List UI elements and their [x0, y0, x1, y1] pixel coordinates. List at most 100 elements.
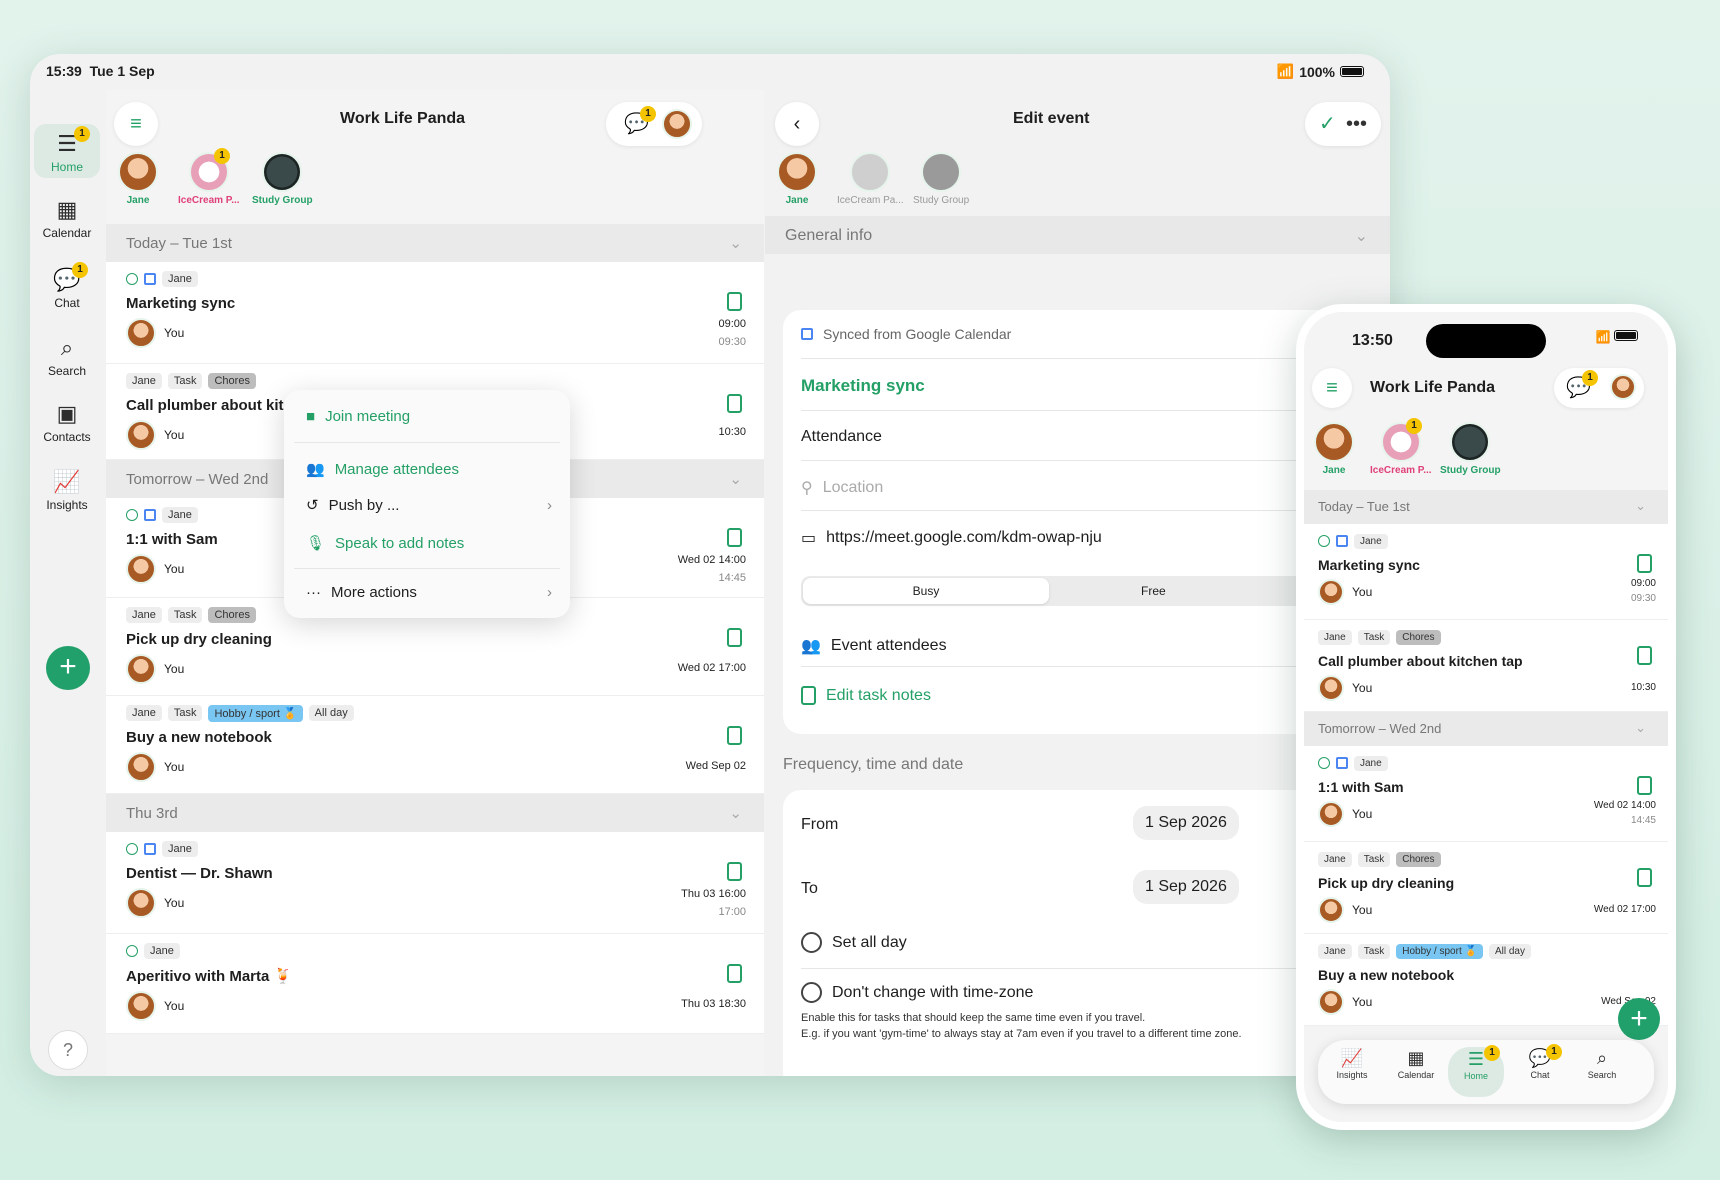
person-label: IceCream P... — [178, 195, 240, 206]
clipboard-icon[interactable] — [727, 394, 742, 413]
event-card[interactable]: Jane Marketing sync You 09:00 09:30 — [1304, 524, 1668, 620]
event-card[interactable]: Jane 1:1 with Sam You Wed 02 14:00 14:45 — [1304, 746, 1668, 842]
person-jane[interactable]: Jane — [777, 152, 817, 206]
event-title-input[interactable]: Marketing sync — [801, 376, 1372, 396]
tag: Jane — [126, 705, 162, 721]
clipboard-icon[interactable] — [727, 528, 742, 547]
section-today[interactable]: Today – Tue 1st ⌄ — [1304, 490, 1668, 524]
rail-chat[interactable]: 💬 1 Chat — [34, 262, 100, 310]
more-icon[interactable]: ••• — [1346, 102, 1367, 146]
divider — [801, 968, 1372, 969]
phone-chat-button[interactable]: 💬 1 — [1554, 368, 1644, 408]
all-day-radio[interactable] — [801, 932, 822, 953]
event-card[interactable]: Jane Task Chores Pick up dry cleaning You … — [1304, 842, 1668, 934]
rail-home[interactable]: ☰ 1 Home — [34, 124, 100, 178]
card-title: Call plumber about kitchen tap — [1318, 653, 1523, 669]
clipboard-icon[interactable] — [1637, 646, 1652, 665]
help-button[interactable]: ? — [48, 1030, 88, 1070]
event-card[interactable]: Jane Task Hobby / sport 🏅 All day Buy a new… — [1304, 934, 1668, 1026]
busy-option[interactable]: Busy — [803, 578, 1049, 604]
event-card[interactable]: Jane Task Chores Call plumber about kitche… — [1304, 620, 1668, 712]
from-date-picker[interactable]: 1 Sep 2026 — [1133, 806, 1239, 840]
rail-contacts[interactable]: ▣ Contacts — [34, 398, 100, 444]
person-study-group[interactable]: Study Group — [913, 152, 969, 206]
person-label: Study Group — [1440, 465, 1501, 476]
phone-list: Today – Tue 1st ⌄ Jane Marketing sync You… — [1304, 490, 1668, 1026]
speak-notes-item[interactable]: 🎙 Speak to add notes — [306, 534, 464, 553]
clipboard-icon[interactable] — [727, 726, 742, 745]
status-bar: 15:39 Tue 1 Sep 📶 100% — [30, 54, 1390, 90]
time-end: 09:30 — [718, 336, 746, 348]
clipboard-icon[interactable] — [1637, 868, 1652, 887]
avatar — [1318, 675, 1344, 701]
clipboard-icon[interactable] — [727, 628, 742, 647]
person-icecream[interactable]: 1 IceCream P... — [1370, 418, 1432, 476]
profile-avatar[interactable] — [1610, 374, 1636, 400]
tab-calendar[interactable]: ▦ Calendar — [1388, 1048, 1444, 1080]
clipboard-icon[interactable] — [727, 292, 742, 311]
timezone-row[interactable]: Don't change with time-zone — [801, 982, 1372, 1003]
filter-icon[interactable]: ≡ — [1312, 368, 1352, 408]
person-icecream[interactable]: IceCream Pa... — [837, 152, 904, 206]
meeting-url-row[interactable]: ▭ https://meet.google.com/kdm-owap-nju — [801, 528, 1372, 548]
phone-add-button[interactable]: + — [1618, 998, 1660, 1040]
tag: Jane — [144, 943, 180, 959]
tab-home[interactable]: ☰ 1 Home — [1448, 1045, 1504, 1097]
section-tomorrow[interactable]: Tomorrow – Wed 2nd ⌄ — [1304, 712, 1668, 746]
clipboard-icon[interactable] — [727, 964, 742, 983]
clipboard-icon[interactable] — [1637, 554, 1652, 573]
divider — [801, 358, 1372, 359]
section-thursday[interactable]: Thu 3rd ⌄ — [106, 794, 764, 832]
rail-calendar-label: Calendar — [42, 226, 92, 240]
all-day-row[interactable]: Set all day — [801, 932, 1372, 953]
push-by-item[interactable]: ↺ Push by ... › — [306, 496, 552, 515]
phone-people-row: Jane 1 IceCream P... Study Group — [1304, 418, 1668, 494]
time-start: Wed Sep 02 — [685, 760, 746, 772]
rail-calendar[interactable]: ▦ Calendar — [34, 194, 100, 240]
person-icecream[interactable]: 1 IceCream P... — [178, 148, 240, 206]
event-card[interactable]: Jane Aperitivo with Marta 🍹 You Thu 03 1… — [106, 934, 764, 1034]
filter-icon[interactable]: ≡ — [114, 102, 158, 146]
event-card[interactable]: Jane Dentist — Dr. Shawn You Thu 03 16:0… — [106, 832, 764, 934]
person-jane[interactable]: Jane — [118, 152, 158, 206]
owner-label: You — [164, 999, 185, 1013]
owner-label: You — [164, 662, 185, 676]
tab-chat[interactable]: 💬 1 Chat — [1512, 1044, 1568, 1080]
join-meeting-item[interactable]: ■ Join meeting — [306, 408, 410, 425]
clipboard-icon[interactable] — [1637, 776, 1652, 795]
timezone-radio[interactable] — [801, 982, 822, 1003]
general-info-header[interactable]: General info ⌄ — [765, 216, 1390, 254]
card-title: Pick up dry cleaning — [126, 631, 272, 648]
section-today[interactable]: Today – Tue 1st ⌄ — [106, 224, 764, 262]
profile-avatar[interactable] — [662, 109, 692, 139]
tab-search[interactable]: ⌕ Search — [1574, 1048, 1630, 1080]
event-card[interactable]: Jane Marketing sync You 09:00 09:30 — [106, 262, 764, 364]
attendance-row[interactable]: Attendance — [801, 428, 1372, 446]
tag: Hobby / sport 🏅 — [1396, 943, 1483, 959]
owner-label: You — [164, 326, 185, 340]
tab-insights[interactable]: 📈 Insights — [1324, 1048, 1380, 1080]
busy-free-toggle[interactable]: Busy Free — [801, 576, 1372, 606]
person-study-group[interactable]: Study Group — [252, 152, 313, 206]
clipboard-icon[interactable] — [727, 862, 742, 881]
event-card[interactable]: Jane Task Hobby / sport 🏅 All day Buy a new… — [106, 696, 764, 794]
person-study-group[interactable]: Study Group — [1440, 422, 1501, 476]
to-date-picker[interactable]: 1 Sep 2026 — [1133, 870, 1239, 904]
task-notes-row[interactable]: Edit task notes — [801, 686, 1372, 705]
more-actions-item[interactable]: ··· More actions › — [306, 584, 552, 601]
chat-button[interactable]: 💬 1 — [606, 102, 702, 146]
back-icon[interactable]: ‹ — [775, 102, 819, 146]
card-title: Marketing sync — [126, 295, 236, 312]
save-button[interactable]: ✓ ••• — [1305, 102, 1381, 146]
location-row[interactable]: ⚲ Location — [801, 478, 1372, 498]
add-button[interactable]: + — [46, 646, 90, 690]
free-option[interactable]: Free — [1141, 584, 1166, 598]
manage-attendees-item[interactable]: 👥 Manage attendees — [306, 460, 459, 479]
card-title: 1:1 with Sam — [1318, 779, 1404, 795]
person-jane[interactable]: Jane — [1314, 422, 1354, 476]
attendees-row[interactable]: 👥 Event attendees — [801, 636, 1372, 656]
google-calendar-icon — [1336, 757, 1348, 769]
avatar — [1314, 422, 1354, 462]
rail-search[interactable]: ⌕ Search — [34, 332, 100, 378]
rail-insights[interactable]: 📈 Insights — [34, 466, 100, 512]
